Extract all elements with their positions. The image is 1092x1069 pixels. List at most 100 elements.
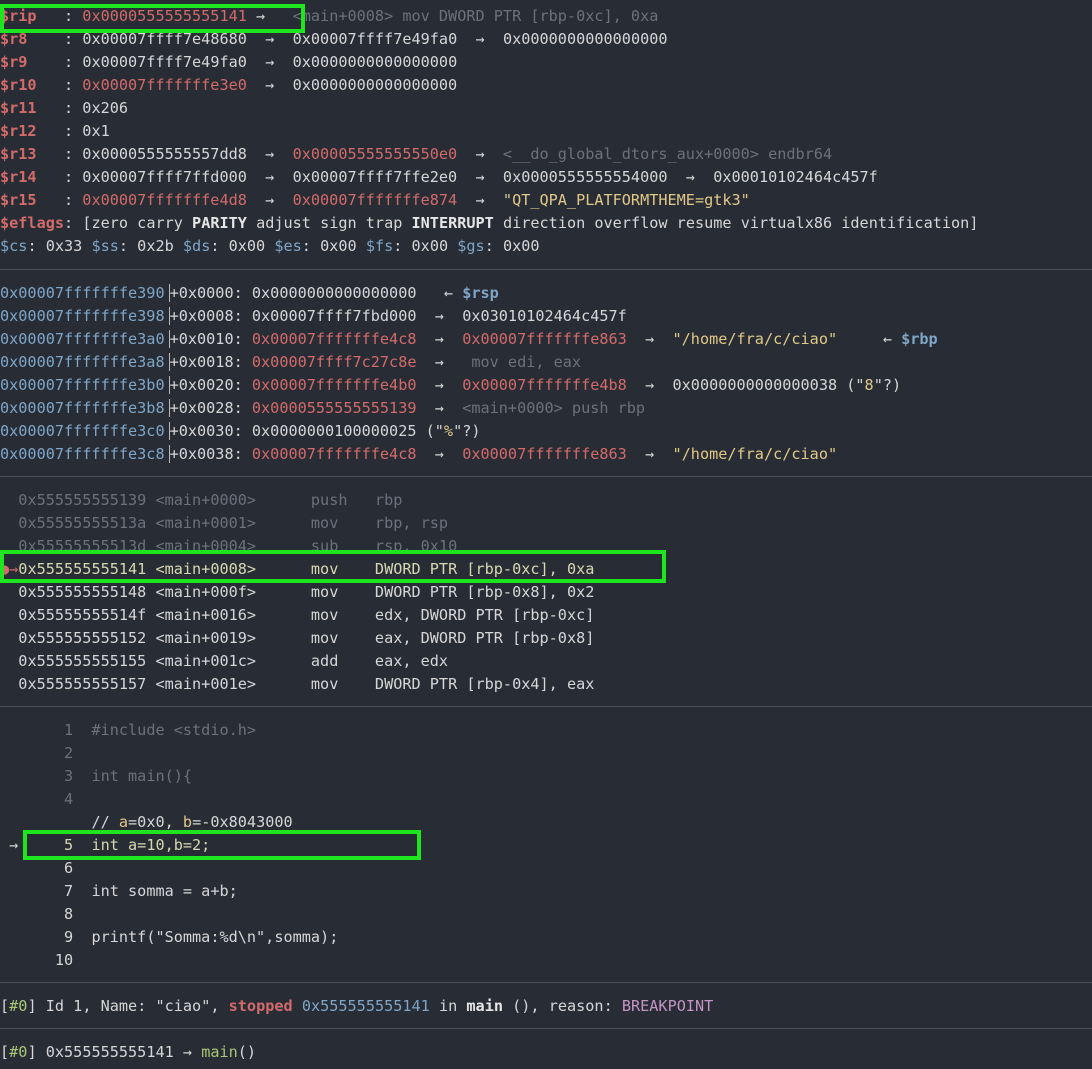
register-sep: : <box>36 168 83 186</box>
register-value: 0x1 <box>82 122 110 140</box>
register-value: → <box>457 168 503 186</box>
disasm-row: 0x555555555157 <main+001e> mov DWORD PTR… <box>0 673 594 696</box>
stack-offset: +0x0000: <box>169 284 252 302</box>
stack-address: 0x00007fffffffe3a0 <box>0 330 170 348</box>
source-marker <box>0 905 37 923</box>
stack-value: 0x0000000100000025 (" <box>251 422 444 440</box>
register-name: $r14 <box>0 168 37 186</box>
separator-threads <box>0 982 1092 983</box>
eflags-value: PARITY <box>192 214 247 232</box>
trace-bracket: ] <box>27 1043 46 1061</box>
register-name: $r11 <box>0 99 37 117</box>
stack-value: 0x00007fffffffe4b8 <box>462 376 627 394</box>
thread-address: 0x555555555141 <box>301 997 430 1015</box>
trace-frame-id[interactable]: #0 <box>9 1043 27 1061</box>
instruction-opcode: mov <box>256 606 375 624</box>
register-value: <main+0008> mov DWORD PTR [rbp-0xc], 0xa <box>274 7 659 25</box>
register-row: $r9 : 0x00007ffff7e49fa0 → 0x00000000000… <box>0 51 457 74</box>
segment-register-value: : 0x00 <box>393 237 458 255</box>
disasm-row: 0x555555555152 <main+0019> mov eax, DWOR… <box>0 627 594 650</box>
segment-registers-row: $cs: 0x33 $ss: 0x2b $ds: 0x00 $es: 0x00 … <box>0 235 540 258</box>
register-value: 0x0000000000000000 <box>292 53 458 71</box>
source-marker <box>0 744 37 762</box>
eflags-row: $eflags: [zero carry PARITY adjust sign … <box>0 212 978 235</box>
source-row: 10 <box>0 949 91 972</box>
stack-row: 0x00007fffffffe3c8 +0x0038: 0x00007ffffff… <box>0 443 837 466</box>
register-value: 0x206 <box>82 99 129 117</box>
register-value: → <box>246 145 293 163</box>
source-marker <box>0 767 37 785</box>
source-line-number: 9 <box>36 928 92 946</box>
source-comment-var: b <box>182 813 193 831</box>
source-row: 4 <box>0 788 91 811</box>
stack-value: 0x00007fffffffe863 <box>462 445 627 463</box>
current-instruction-marker <box>0 675 18 693</box>
disasm-row: 0x55555555514f <main+0016> mov edx, DWOR… <box>0 604 594 627</box>
source-line-number: 3 <box>36 767 92 785</box>
threads-row: [#0] Id 1, Name: "ciao", stopped 0x55555… <box>0 995 713 1018</box>
instruction-opcode: mov <box>256 514 375 532</box>
source-code: int main(){ <box>91 767 193 785</box>
source-row: 8 <box>0 903 91 926</box>
stack-value: 0x00007fffffffe4c8 <box>251 445 417 463</box>
register-value: 0x0000555555557dd8 <box>82 145 247 163</box>
register-value: → <box>667 168 714 186</box>
instruction-opcode: mov <box>256 629 375 647</box>
stack-value: mov edi, eax <box>462 353 582 371</box>
source-row: 3 int main(){ <box>0 765 192 788</box>
instruction-symbol: <main+001e> <box>155 675 257 693</box>
stack-value: 0x03010102464c457f <box>462 307 627 325</box>
source-code: printf("Somma:%d\n",somma); <box>91 928 339 946</box>
source-comment: =0x0, <box>128 813 183 831</box>
stack-value: → <box>626 445 673 463</box>
register-row: $r10 : 0x00007fffffffe3e0 → 0x0000000000… <box>0 74 457 97</box>
register-sep: : <box>36 76 83 94</box>
stack-row: 0x00007fffffffe3a0 +0x0010: 0x00007ffffff… <box>0 328 938 351</box>
source-code: #include <stdio.h> <box>91 721 257 739</box>
source-row: 1 #include <stdio.h> <box>0 719 256 742</box>
stack-address: 0x00007fffffffe390 <box>0 284 170 302</box>
stack-value: $rsp <box>462 284 499 302</box>
stack-value: 0x0000555555555139 <box>251 399 417 417</box>
source-line-number: 8 <box>36 905 92 923</box>
current-instruction-marker <box>0 606 18 624</box>
segment-register-name: $es <box>274 237 302 255</box>
instruction-symbol: <main+001c> <box>155 652 257 670</box>
stack-row: 0x00007fffffffe3c0 +0x0030: 0x00000001000… <box>0 420 481 443</box>
register-sep: : <box>36 122 83 140</box>
instruction-operands: rbp <box>374 491 403 509</box>
current-instruction-marker <box>0 514 18 532</box>
source-line-number: 1 <box>36 721 92 739</box>
thread-id[interactable]: #0 <box>9 997 27 1015</box>
register-value: <__do_global_dtors_aux+0000> endbr64 <box>502 145 833 163</box>
thread-function: main <box>466 997 503 1015</box>
register-row: $r12 : 0x1 <box>0 120 110 143</box>
source-line-number: 10 <box>36 951 92 969</box>
current-instruction-marker <box>0 652 18 670</box>
instruction-symbol: <main+000f> <box>155 583 257 601</box>
stack-row: 0x00007fffffffe3b0 +0x0020: 0x00007ffffff… <box>0 374 901 397</box>
register-name: $r13 <box>0 145 37 163</box>
source-comment-var: a <box>118 813 129 831</box>
source-marker <box>0 721 37 739</box>
instruction-opcode: mov <box>256 583 375 601</box>
register-value: → <box>246 168 293 186</box>
source-indent <box>0 813 91 831</box>
stack-value: $rbp <box>901 330 938 348</box>
register-value: → <box>246 76 293 94</box>
stack-row: 0x00007fffffffe3a8 +0x0018: 0x00007ffff7c… <box>0 351 581 374</box>
instruction-address: 0x555555555148 <box>18 583 156 601</box>
instruction-operands: eax, DWORD PTR [rbp-0x8] <box>374 629 595 647</box>
instruction-operands: edx, DWORD PTR [rbp-0xc] <box>374 606 595 624</box>
source-row: 7 int somma = a+b; <box>0 880 238 903</box>
source-marker <box>0 859 37 877</box>
stack-value: ← <box>837 330 902 348</box>
instruction-operands: DWORD PTR [rbp-0x8], 0x2 <box>374 583 595 601</box>
register-value: 0x0000000000000000 <box>292 76 458 94</box>
register-name: $r15 <box>0 191 37 209</box>
rip-highlight-box <box>0 4 305 33</box>
current-instruction-marker <box>0 491 18 509</box>
segment-register-name: $fs <box>365 237 394 255</box>
instruction-address: 0x555555555157 <box>18 675 156 693</box>
